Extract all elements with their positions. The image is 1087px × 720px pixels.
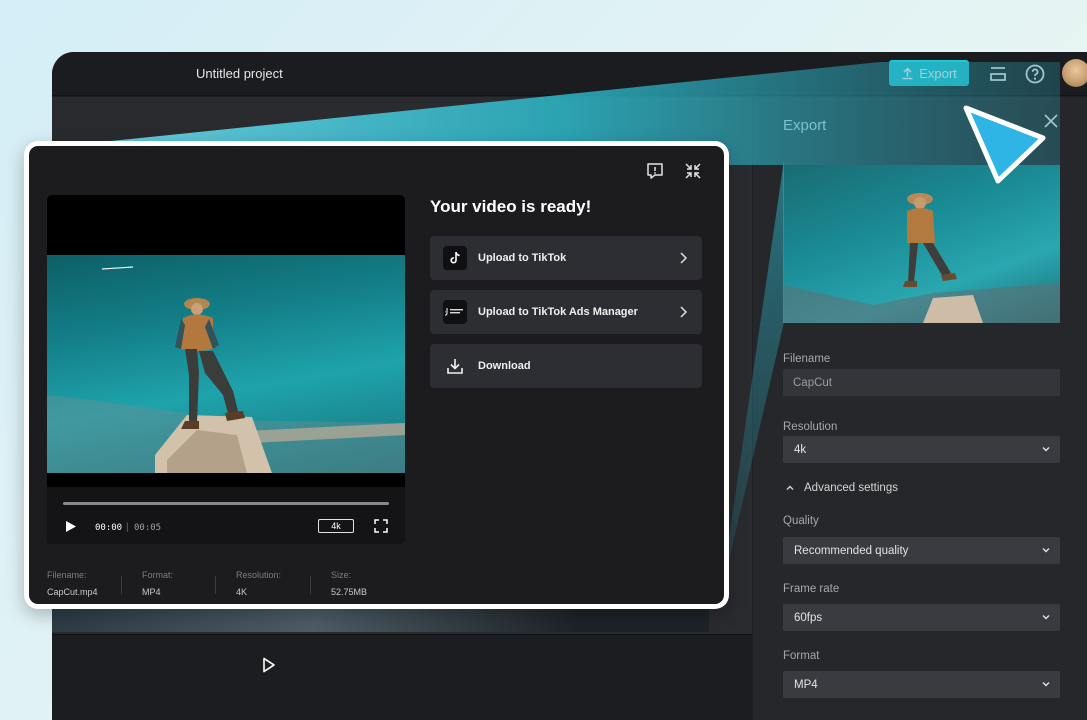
time-separator: | <box>126 522 129 533</box>
timeline <box>52 634 752 720</box>
format-label: Format <box>783 650 820 662</box>
meta-label: Resolution: <box>236 570 282 580</box>
meta-value: CapCut.mp4 <box>47 587 98 597</box>
thumbnail-image <box>783 193 1060 323</box>
top-bar: Untitled project Export <box>52 52 1087 96</box>
video-ready-dialog: 00:00 | 00:05 4k Filename: CapCut.mp4 Fo… <box>24 141 729 609</box>
project-title[interactable]: Untitled project <box>196 66 283 81</box>
tiktok-icon <box>443 246 467 270</box>
quality-badge[interactable]: 4k <box>318 519 354 533</box>
progress-bar[interactable] <box>63 502 389 505</box>
total-time: 00:05 <box>134 523 162 533</box>
download-icon <box>443 354 467 378</box>
format-value: MP4 <box>794 679 818 691</box>
export-button-label: Export <box>919 65 957 81</box>
meta-value: 52.75MB <box>331 587 368 597</box>
quality-select[interactable]: Recommended quality <box>783 537 1060 564</box>
export-panel: Export Filename CapCut Resolution 4k Adv… <box>753 97 1087 720</box>
action-label: Download <box>478 360 531 372</box>
player-controls: 00:00 | 00:05 4k <box>47 487 405 544</box>
chevron-down-icon <box>1042 447 1050 452</box>
format-select[interactable]: MP4 <box>783 671 1060 698</box>
meta-filename: Filename: CapCut.mp4 <box>47 570 98 597</box>
meta-size: Size: 52.75MB <box>331 570 367 597</box>
chevron-right-icon <box>680 306 688 318</box>
framerate-select[interactable]: 60fps <box>783 604 1060 631</box>
download-button[interactable]: Download <box>430 344 702 388</box>
meta-value: 4K <box>236 587 248 597</box>
export-button[interactable]: Export <box>889 60 969 86</box>
video-image <box>47 266 405 473</box>
dialog-toolbar <box>646 162 702 180</box>
video-player[interactable]: 00:00 | 00:05 4k <box>47 195 405 544</box>
chevron-down-icon <box>1042 548 1050 553</box>
meta-value: MP4 <box>142 587 161 597</box>
upload-icon <box>902 66 913 79</box>
dialog-body: 00:00 | 00:05 4k Filename: CapCut.mp4 Fo… <box>29 146 724 604</box>
filename-input[interactable]: CapCut <box>783 369 1060 396</box>
play-icon[interactable] <box>262 657 276 673</box>
meta-divider <box>121 576 122 594</box>
video-frame <box>47 255 405 473</box>
chevron-down-icon <box>1042 615 1050 620</box>
fullscreen-icon[interactable] <box>374 519 388 533</box>
meta-divider <box>215 576 216 594</box>
filename-label: Filename <box>783 353 831 365</box>
chevron-right-icon <box>680 252 688 264</box>
resolution-label: Resolution <box>783 421 838 433</box>
dialog-title: Your video is ready! <box>430 197 592 216</box>
action-label: Upload to TikTok <box>478 252 567 264</box>
meta-resolution: Resolution: 4K <box>236 570 281 597</box>
advanced-settings-label: Advanced settings <box>804 482 898 494</box>
export-thumbnail <box>783 165 1060 323</box>
quality-value: Recommended quality <box>794 545 909 557</box>
quality-label: Quality <box>783 515 819 527</box>
advanced-settings-toggle[interactable]: Advanced settings <box>785 482 898 494</box>
current-time: 00:00 <box>95 523 123 533</box>
meta-label: Filename: <box>47 570 87 580</box>
avatar[interactable] <box>1062 59 1087 87</box>
framerate-label: Frame rate <box>783 583 840 595</box>
resolution-value: 4k <box>794 444 807 456</box>
meta-divider <box>310 576 311 594</box>
chevron-up-icon <box>786 485 794 490</box>
tiktok-ads-icon <box>443 300 467 324</box>
meta-label: Size: <box>331 570 352 580</box>
meta-label: Format: <box>142 570 174 580</box>
chevron-down-icon <box>1042 682 1050 687</box>
panel-title: Export <box>783 117 827 134</box>
framerate-value: 60fps <box>794 612 823 624</box>
help-icon[interactable] <box>1024 63 1046 85</box>
play-icon[interactable] <box>65 520 77 533</box>
action-label: Upload to TikTok Ads Manager <box>478 306 638 318</box>
meta-format: Format: MP4 <box>142 570 173 597</box>
close-icon[interactable] <box>1043 113 1059 129</box>
feedback-icon[interactable] <box>646 162 664 180</box>
collapse-icon[interactable] <box>684 162 702 180</box>
resolution-select[interactable]: 4k <box>783 436 1060 463</box>
upload-tiktok-button[interactable]: Upload to TikTok <box>430 236 702 280</box>
upload-tiktok-ads-button[interactable]: Upload to TikTok Ads Manager <box>430 290 702 334</box>
layers-icon[interactable] <box>987 63 1009 85</box>
